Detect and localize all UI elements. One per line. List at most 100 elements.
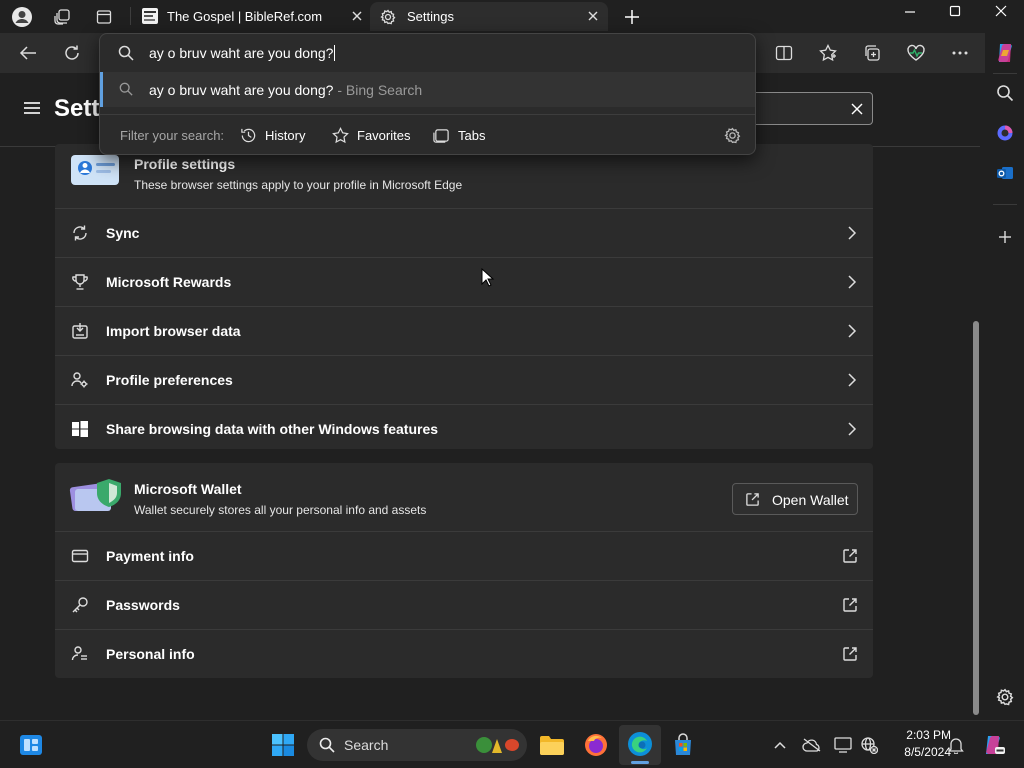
taskbar-item-edge-active[interactable] bbox=[619, 725, 661, 765]
copilot-icon[interactable] bbox=[990, 38, 1020, 68]
suggestion-source: - Bing Search bbox=[333, 82, 423, 98]
chevron-right-icon bbox=[847, 324, 857, 338]
suggestion-text: ay o bruv waht are you dong? bbox=[149, 82, 334, 98]
suggestion-row[interactable]: ay o bruv waht are you dong? - Bing Sear… bbox=[100, 72, 755, 107]
windows-taskbar: Search 2:03 PM 8/5/2024 bbox=[0, 720, 1024, 768]
microsoft-wallet-card: Microsoft Wallet Wallet securely stores … bbox=[55, 463, 873, 678]
people-settings-icon bbox=[71, 371, 89, 389]
settings-row-profile-preferences[interactable]: Profile preferences bbox=[55, 355, 873, 404]
filter-tabs-button[interactable]: Tabs bbox=[433, 126, 485, 144]
profile-settings-illustration-icon bbox=[69, 151, 123, 189]
outlook-icon[interactable] bbox=[992, 162, 1018, 184]
chevron-right-icon bbox=[847, 422, 857, 436]
tab-title: The Gospel | BibleRef.com bbox=[167, 9, 323, 24]
row-label: Import browser data bbox=[106, 323, 241, 339]
taskbar-search-label: Search bbox=[344, 737, 389, 753]
windows-icon bbox=[71, 420, 89, 438]
close-window-icon[interactable] bbox=[987, 0, 1015, 22]
microsoft-store-icon[interactable] bbox=[668, 731, 698, 759]
clock-time: 2:03 PM bbox=[906, 728, 951, 742]
tab-strip: The Gospel | BibleRef.com Settings bbox=[0, 0, 1024, 33]
widgets-icon[interactable] bbox=[16, 731, 46, 759]
no-internet-globe-icon[interactable] bbox=[858, 735, 880, 755]
clear-search-icon[interactable] bbox=[850, 102, 864, 116]
filter-history-button[interactable]: History bbox=[240, 126, 305, 144]
chevron-right-icon bbox=[847, 226, 857, 240]
show-hidden-icons-chevron-icon[interactable] bbox=[770, 735, 790, 755]
copilot-app-icon[interactable] bbox=[992, 122, 1018, 144]
tab-close-icon[interactable] bbox=[350, 9, 364, 23]
star-icon bbox=[332, 126, 349, 143]
open-wallet-button[interactable]: Open Wallet bbox=[732, 483, 858, 515]
open-wallet-label: Open Wallet bbox=[772, 492, 849, 508]
profile-avatar-icon[interactable] bbox=[9, 5, 35, 29]
back-arrow-icon[interactable] bbox=[16, 42, 40, 64]
settings-row-sync[interactable]: Sync bbox=[55, 208, 873, 257]
filter-history-label: History bbox=[265, 127, 306, 143]
trophy-icon bbox=[71, 273, 89, 291]
split-screen-icon[interactable] bbox=[772, 42, 796, 64]
sync-icon bbox=[71, 224, 89, 242]
sidebar-settings-gear-icon[interactable] bbox=[992, 686, 1018, 708]
minimize-icon[interactable] bbox=[896, 0, 924, 22]
external-link-icon bbox=[842, 646, 858, 662]
external-link-icon bbox=[842, 548, 858, 564]
browser-essentials-icon[interactable] bbox=[904, 42, 928, 64]
settings-row-payment-info[interactable]: Payment info bbox=[55, 531, 873, 580]
firefox-icon[interactable] bbox=[581, 731, 611, 759]
add-sidebar-app-icon[interactable] bbox=[992, 226, 1018, 248]
address-bar-dropdown: ay o bruv waht are you dong? ay o bruv w… bbox=[99, 33, 756, 155]
mouse-cursor-icon bbox=[481, 268, 495, 288]
add-favorite-star-icon[interactable] bbox=[816, 42, 840, 64]
more-options-icon[interactable] bbox=[948, 42, 972, 64]
maximize-icon[interactable] bbox=[941, 0, 969, 22]
filter-favorites-button[interactable]: Favorites bbox=[332, 126, 410, 144]
start-button-icon[interactable] bbox=[268, 731, 298, 759]
tab-settings[interactable]: Settings bbox=[370, 2, 608, 31]
settings-gear-icon bbox=[380, 9, 396, 25]
hamburger-menu-icon[interactable] bbox=[22, 99, 42, 117]
active-app-indicator bbox=[631, 761, 649, 764]
onedrive-cloud-icon[interactable] bbox=[801, 735, 823, 755]
settings-row-microsoft-rewards[interactable]: Microsoft Rewards bbox=[55, 257, 873, 306]
settings-row-import-browser-data[interactable]: Import browser data bbox=[55, 306, 873, 355]
chevron-right-icon bbox=[847, 373, 857, 387]
file-explorer-icon[interactable] bbox=[537, 731, 567, 759]
refresh-icon[interactable] bbox=[60, 42, 84, 64]
tab-bibleref[interactable]: The Gospel | BibleRef.com bbox=[134, 2, 370, 31]
profile-settings-title: Profile settings bbox=[134, 156, 236, 172]
search-icon[interactable] bbox=[992, 82, 1018, 104]
wallet-illustration-icon bbox=[69, 475, 125, 513]
address-bar-input[interactable]: ay o bruv waht are you dong? bbox=[100, 34, 755, 72]
search-settings-gear-icon[interactable] bbox=[724, 127, 741, 144]
workspaces-icon[interactable] bbox=[50, 5, 74, 29]
copilot-taskbar-icon[interactable] bbox=[978, 731, 1008, 759]
tab-title: Settings bbox=[407, 9, 454, 24]
new-tab-icon[interactable] bbox=[620, 5, 644, 29]
row-label: Payment info bbox=[106, 548, 194, 564]
search-icon bbox=[319, 737, 335, 753]
vertical-tabs-icon[interactable] bbox=[92, 5, 116, 29]
search-icon bbox=[119, 82, 133, 96]
tab-close-icon[interactable] bbox=[586, 9, 600, 23]
display-projection-icon[interactable] bbox=[833, 735, 853, 755]
suggestion-selection-indicator bbox=[100, 72, 103, 107]
scrollbar-thumb[interactable] bbox=[973, 321, 979, 715]
text-caret bbox=[334, 45, 336, 61]
filter-favorites-label: Favorites bbox=[357, 127, 411, 143]
settings-search-input[interactable] bbox=[740, 92, 873, 125]
profile-settings-subtitle: These browser settings apply to your pro… bbox=[134, 178, 463, 192]
row-label: Sync bbox=[106, 225, 140, 241]
collections-icon[interactable] bbox=[860, 42, 884, 64]
person-info-icon bbox=[71, 645, 89, 663]
settings-row-share-browsing-data[interactable]: Share browsing data with other Windows f… bbox=[55, 404, 873, 453]
taskbar-search-box[interactable]: Search bbox=[307, 729, 527, 761]
external-link-icon bbox=[842, 597, 858, 613]
clock[interactable]: 2:03 PM 8/5/2024 bbox=[885, 727, 951, 761]
settings-row-personal-info[interactable]: Personal info bbox=[55, 629, 873, 678]
address-bar-text: ay o bruv waht are you dong? bbox=[149, 45, 336, 61]
row-label: Share browsing data with other Windows f… bbox=[106, 421, 439, 437]
wallet-subtitle: Wallet securely stores all your personal… bbox=[134, 503, 427, 517]
settings-row-passwords[interactable]: Passwords bbox=[55, 580, 873, 629]
notification-bell-icon[interactable] bbox=[946, 735, 966, 755]
